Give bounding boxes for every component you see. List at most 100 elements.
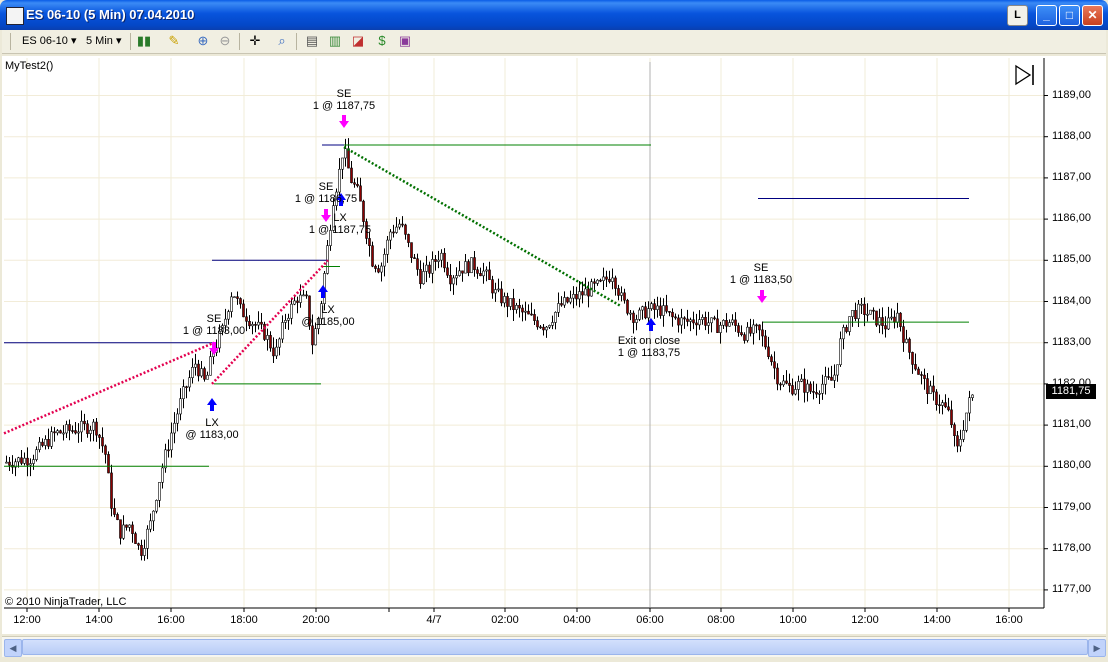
bar-body	[803, 378, 806, 393]
bar-body	[878, 317, 881, 326]
bar-body	[806, 383, 809, 393]
bar-body	[677, 317, 680, 326]
bar-body	[104, 445, 107, 455]
price-bar	[107, 451, 110, 474]
price-tick-label: 1177,00	[1052, 582, 1091, 595]
bar-body	[575, 294, 578, 300]
bar-body	[968, 397, 971, 414]
bar-body	[611, 277, 614, 282]
bar-body	[59, 430, 62, 434]
bar-body	[380, 265, 383, 273]
annotation-value: 1 @ 1186,75	[294, 193, 358, 205]
bar-body	[881, 317, 884, 326]
bar-body	[413, 257, 416, 260]
bar-body	[836, 364, 839, 376]
time-tick-label: 06:00	[636, 614, 664, 626]
bar-body	[872, 309, 875, 312]
bar-body	[929, 385, 932, 395]
bar-body	[434, 259, 437, 262]
bar-body	[638, 309, 641, 320]
bar-body	[866, 313, 869, 316]
bar-body	[401, 223, 404, 226]
bar-body	[524, 310, 527, 313]
bar-body	[38, 441, 41, 450]
bar-body	[647, 308, 650, 319]
bar-body	[908, 338, 911, 353]
bar-body	[545, 326, 548, 331]
bar-body	[467, 261, 470, 274]
scroll-thumb[interactable]	[22, 639, 1088, 655]
price-tick-label: 1181,00	[1052, 418, 1091, 431]
scroll-right-button[interactable]: ▶	[1088, 639, 1106, 657]
bar-body	[920, 374, 923, 376]
bar-body	[266, 335, 269, 340]
bar-body	[899, 312, 902, 327]
bar-body	[551, 322, 554, 326]
bar-body	[152, 510, 155, 522]
bar-body	[8, 461, 11, 466]
bar-body	[539, 326, 542, 329]
bar-body	[53, 431, 56, 434]
bar-body	[491, 279, 494, 294]
bar-body	[755, 324, 758, 327]
bar-body	[485, 269, 488, 272]
bar-body	[923, 374, 926, 379]
bar-body	[845, 327, 848, 332]
bar-body	[62, 432, 65, 435]
bar-body	[122, 524, 125, 539]
bar-body	[530, 313, 533, 316]
bar-body	[860, 303, 863, 306]
bar-body	[758, 324, 761, 331]
bar-body	[947, 406, 950, 411]
bar-body	[833, 374, 836, 381]
bar-body	[206, 374, 209, 380]
bar-body	[464, 261, 467, 274]
bar-body	[917, 368, 920, 375]
bar-body	[734, 319, 737, 326]
bar-body	[779, 383, 782, 386]
bar-body	[557, 303, 560, 313]
bar-body	[719, 324, 722, 333]
bar-body	[107, 454, 110, 474]
bar-body	[449, 274, 452, 285]
bar-body	[131, 524, 134, 534]
bar-body	[425, 264, 428, 272]
annotation-label: SE	[206, 313, 222, 325]
bar-body	[902, 326, 905, 343]
annotation-long-exit: LX 1 @ 1187,75	[309, 212, 371, 236]
bar-body	[119, 519, 122, 539]
time-tick-label: 18:00	[230, 614, 258, 626]
bar-body	[788, 382, 791, 386]
price-bar	[233, 296, 236, 299]
bar-body	[407, 234, 410, 243]
bar-body	[626, 299, 629, 314]
bar-body	[746, 326, 749, 341]
bar-body	[344, 148, 347, 159]
bar-body	[821, 383, 824, 394]
bar-body	[452, 277, 455, 285]
bar-body	[305, 294, 308, 297]
price-chart[interactable]	[0, 0, 1108, 662]
bar-body	[518, 304, 521, 309]
bar-body	[797, 381, 800, 390]
time-tick-label: 08:00	[707, 614, 735, 626]
bar-body	[911, 352, 914, 365]
bar-body	[275, 346, 278, 357]
bar-body	[164, 449, 167, 469]
annotation-short-entry: SE 1 @ 1183,00	[183, 313, 245, 337]
time-tick-label: 12:00	[13, 614, 41, 626]
bar-body	[110, 472, 113, 509]
annotation-exit-on-close: Exit on close 1 @ 1183,75	[618, 335, 680, 359]
bar-body	[533, 314, 536, 321]
bar-body	[599, 279, 602, 282]
bar-body	[341, 157, 344, 170]
price-tick-label: 1178,00	[1052, 541, 1091, 554]
bar-body	[824, 376, 827, 385]
bar-body	[671, 311, 674, 318]
bar-body	[368, 238, 371, 247]
scroll-left-button[interactable]: ◀	[4, 639, 22, 657]
bar-body	[776, 367, 779, 385]
chart-window: ES 06-10 (5 Min) 07.04.2010 L _ □ ✕ ES 0…	[0, 0, 1108, 662]
horizontal-scrollbar[interactable]: ◀ ▶	[2, 636, 1106, 657]
price-bar	[155, 499, 158, 514]
